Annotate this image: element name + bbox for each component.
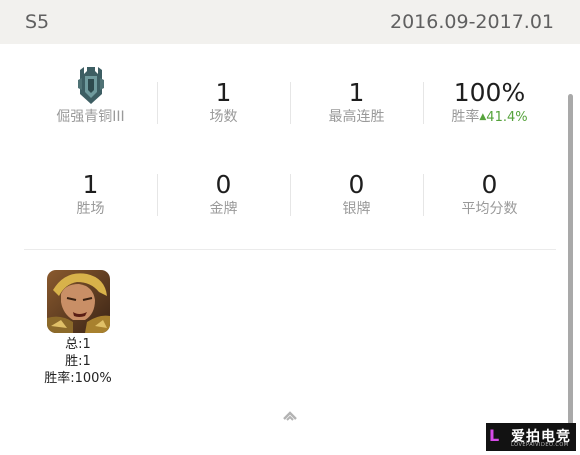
season-header: S5 2016.09-2017.01 xyxy=(0,0,580,44)
stats-row-1: 倔强青铜III 1 场数 1 最高连胜 100% 胜率▲41.4% xyxy=(24,58,556,150)
watermark-logo-icon: L xyxy=(489,426,500,445)
bronze-rank-emblem-icon xyxy=(77,67,104,104)
stats-grid: 倔强青铜III 1 场数 1 最高连胜 100% 胜率▲41.4% 1 胜场 0… xyxy=(24,58,556,242)
scroll-up-chevron-icon[interactable] xyxy=(281,408,299,424)
wins-value: 1 xyxy=(82,170,99,199)
watermark: L 爱拍电竞 LOVEPAIVIDEO.COM xyxy=(486,423,576,451)
best-streak-value: 1 xyxy=(348,78,365,107)
rank-cell: 倔强青铜III xyxy=(24,58,157,150)
avg-score-cell: 0 平均分数 xyxy=(423,150,556,242)
silver-medals-label: 银牌 xyxy=(342,201,371,217)
gold-medals-label: 金牌 xyxy=(209,201,238,217)
win-rate-value: 100% xyxy=(453,78,526,107)
matches-value: 1 xyxy=(215,78,232,107)
watermark-site: LOVEPAIVIDEO.COM xyxy=(511,442,569,448)
hero-total: 总:1 xyxy=(65,337,91,352)
season-date-range: 2016.09-2017.01 xyxy=(390,11,554,33)
hero-portrait-icon xyxy=(47,270,110,333)
scrollbar[interactable] xyxy=(568,94,573,428)
win-rate-cell: 100% 胜率▲41.4% xyxy=(423,58,556,150)
hero-win-rate: 胜率:100% xyxy=(44,371,112,386)
gold-medals-cell: 0 金牌 xyxy=(157,150,290,242)
win-rate-label: 胜率 xyxy=(451,109,480,125)
best-streak-cell: 1 最高连胜 xyxy=(290,58,423,150)
matches-cell: 1 场数 xyxy=(157,58,290,150)
avg-score-value: 0 xyxy=(481,170,498,199)
avg-score-label: 平均分数 xyxy=(461,201,518,217)
silver-medals-cell: 0 银牌 xyxy=(290,150,423,242)
season-label: S5 xyxy=(25,11,50,33)
win-rate-change: 41.4% xyxy=(486,110,528,125)
gold-medals-value: 0 xyxy=(215,170,232,199)
hero-stats: 总:1 胜:1 胜率:100% xyxy=(28,336,128,387)
hero-avatar[interactable] xyxy=(47,270,110,333)
matches-label: 场数 xyxy=(209,109,238,125)
rank-label: 倔强青铜III xyxy=(56,109,125,125)
section-divider xyxy=(24,249,556,250)
hero-wins: 胜:1 xyxy=(65,354,91,369)
silver-medals-value: 0 xyxy=(348,170,365,199)
stats-row-2: 1 胜场 0 金牌 0 银牌 0 平均分数 xyxy=(24,150,556,242)
wins-cell: 1 胜场 xyxy=(24,150,157,242)
wins-label: 胜场 xyxy=(76,201,105,217)
best-streak-label: 最高连胜 xyxy=(328,109,385,125)
win-rate-label-line: 胜率▲41.4% xyxy=(423,108,556,127)
